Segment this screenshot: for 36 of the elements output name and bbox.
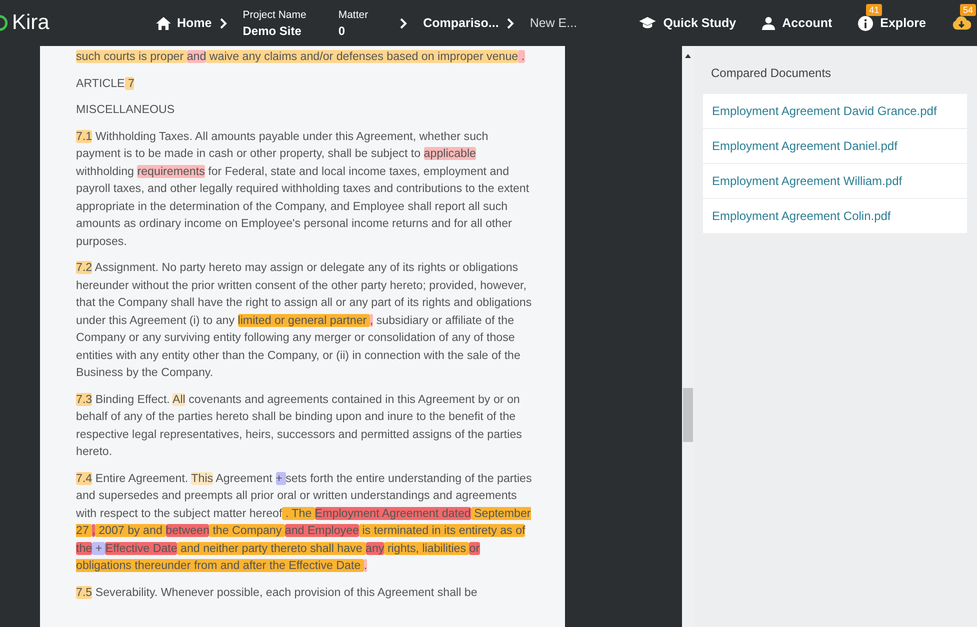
document-link[interactable]: Employment Agreement Daniel.pdf bbox=[703, 129, 967, 163]
field-caption: Matter bbox=[338, 8, 368, 20]
document-paragraph: such courts is proper and waive any claims and/or defenses based on improper venue . bbox=[76, 49, 526, 65]
scrollbar[interactable] bbox=[682, 46, 694, 627]
header-action[interactable] bbox=[952, 16, 971, 30]
home-link[interactable]: Home bbox=[156, 16, 212, 30]
count-badge: 54 bbox=[960, 4, 976, 16]
document-paragraph: ARTICLE 7 bbox=[76, 76, 136, 92]
chevron-icon bbox=[220, 18, 227, 28]
document-link[interactable]: Employment Agreement Colin.pdf bbox=[703, 199, 967, 233]
scroll-thumb[interactable] bbox=[683, 388, 693, 442]
breadcrumb-link[interactable]: Compariso... bbox=[423, 16, 499, 30]
document-paragraph: 7.3 Binding Effect. All covenants and agreements contained in this Agreement by or on behalf of any of the parties hereto shall be binding upon and inure to the benefit of the respective legal representatives, heirs, successors and permitted assigns of the parties hereto. bbox=[76, 392, 523, 460]
document-paragraph: 7.2 Assignment. No party hereto may assign or delegate any of its rights or obligations hereunder without the prior written consent of the other party hereto; provided, however, that the Company shall have the right to assign all or any part of its rights and obligations under this Agreement (i) to any limited or general partner , subsidiary or affiliate of the Company or any surviving entity following any merger or consolidation of any of those entities with any entity other than the Company, or (ii) in connection with the sale of the Business by the Company. bbox=[76, 260, 532, 381]
document-link[interactable]: Employment Agreement David Grance.pdf bbox=[703, 94, 967, 128]
breadcrumb-link[interactable]: New E... bbox=[530, 16, 578, 30]
field-caption: Project Name bbox=[242, 8, 306, 20]
chevron-icon bbox=[400, 18, 408, 28]
person-icon bbox=[762, 16, 776, 30]
field-value[interactable]: Demo Site bbox=[242, 24, 306, 38]
document-paragraph: MISCELLANEOUS bbox=[76, 102, 176, 118]
header-action[interactable]: Explore bbox=[858, 16, 926, 30]
header-action[interactable]: Account bbox=[762, 16, 832, 30]
field-value[interactable]: 0 bbox=[338, 24, 368, 38]
document-link[interactable]: Employment Agreement William.pdf bbox=[703, 164, 967, 198]
header-action[interactable]: Quick Study bbox=[639, 16, 736, 30]
home-icon bbox=[156, 16, 171, 30]
kira-logo[interactable]: Kira bbox=[0, 11, 156, 35]
chevron-icon bbox=[506, 18, 514, 28]
cloud-download-icon bbox=[952, 16, 971, 30]
info-icon bbox=[858, 16, 874, 30]
document-paragraph: 7.1 Withholding Taxes. All amounts payable under this Agreement, whether such payment is to be made in cash or other property, shall be subject to applicable withholding requirements for Federal, state and local income taxes, employment and payroll taxes, and other legally required withholding taxes and contributions to the extent appropriate in the determination of the Company, and Employee shall report all such amounts as ordinary income on Employee's personal income returns and for all other purposes. bbox=[76, 128, 530, 250]
graduation-cap-icon bbox=[639, 17, 656, 29]
count-badge: 41 bbox=[866, 4, 882, 16]
scroll-up-icon[interactable] bbox=[685, 54, 691, 58]
document-paragraph: 7.5 Severability. Whenever possible, each provision of this Agreement shall be bbox=[76, 584, 478, 600]
